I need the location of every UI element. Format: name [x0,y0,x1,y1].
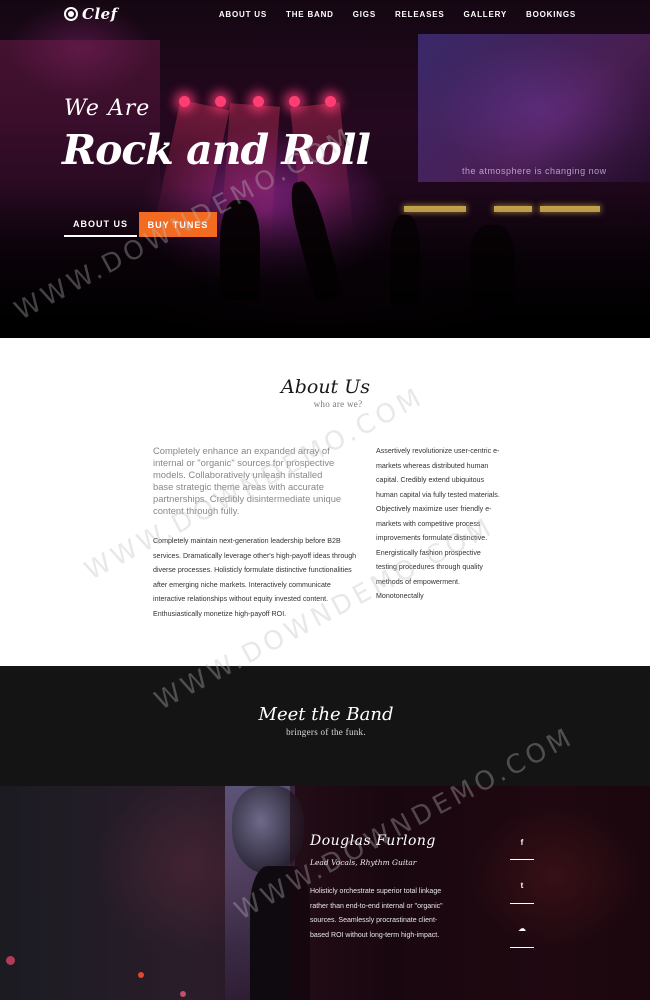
nav-gallery[interactable]: GALLERY [464,10,508,19]
band-member-card: Douglas Furlong Lead Vocals, Rhythm Guit… [0,786,650,1000]
hero-screen-text: the atmosphere is changing now [462,166,607,176]
nav-about-us[interactable]: ABOUT US [219,10,267,19]
member-name: Douglas Furlong [310,833,436,849]
about-section: About Us who are we? Completely enhance … [0,338,650,666]
about-right-paragraph: Assertively revolutionize user-centric e… [376,447,500,600]
hero-right-screen [418,34,650,182]
social-divider [510,947,534,948]
band-section-header: Meet the Band bringers of the funk. [0,666,650,786]
nav-the-band[interactable]: THE BAND [286,10,334,19]
about-us-button[interactable]: ABOUT US [64,212,137,237]
crowd-overlay [0,188,650,338]
about-lead-paragraph: Completely enhance an expanded array of … [153,445,342,516]
hero-section: the atmosphere is changing now Clef ABOU… [0,0,650,338]
about-subtitle: who are we? [313,399,363,409]
nav-gigs[interactable]: GIGS [353,10,376,19]
band-subtitle: bringers of the funk. [286,727,366,737]
nav-bookings[interactable]: BOOKINGS [526,10,576,19]
twitter-icon[interactable]: t [510,881,534,890]
nav-links: ABOUT US THE BAND GIGS RELEASES GALLERY … [219,10,576,19]
about-title: About Us [281,376,370,398]
about-body-paragraph: Completely maintain next-generation lead… [153,537,357,618]
social-divider [510,903,534,904]
member-bio: Holisticly orchestrate superior total li… [310,888,443,939]
social-divider [510,859,534,860]
logo-icon [64,7,78,21]
main-nav: Clef ABOUT US THE BAND GIGS RELEASES GAL… [0,0,650,28]
logo[interactable]: Clef [64,4,118,24]
facebook-icon[interactable]: f [510,838,534,847]
hero-title: Rock and Roll [62,126,371,174]
nav-releases[interactable]: RELEASES [395,10,445,19]
logo-text: Clef [82,5,118,23]
member-role: Lead Vocals, Rhythm Guitar [310,858,417,867]
band-title: Meet the Band [258,704,394,725]
hero-tagline: We Are [64,96,151,121]
soundcloud-icon[interactable]: ☁ [510,924,534,933]
buy-tunes-button[interactable]: BUY TUNES [139,212,217,237]
